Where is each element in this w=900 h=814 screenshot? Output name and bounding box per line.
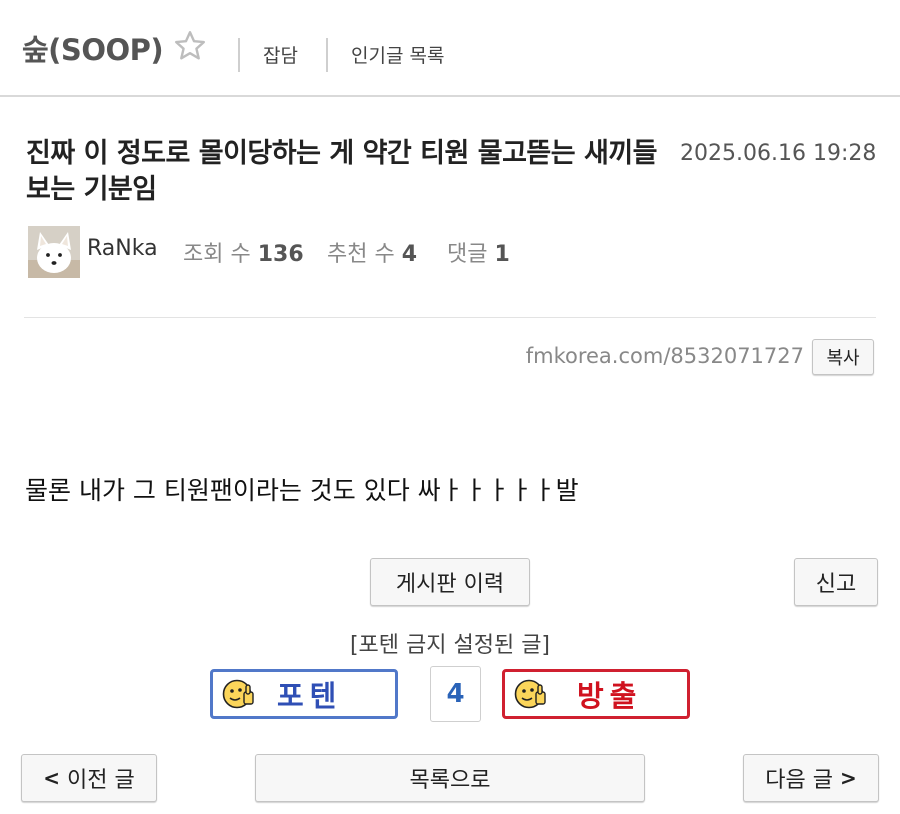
- board-history-button[interactable]: 게시판 이력: [370, 558, 530, 606]
- nav-link-chat[interactable]: 잡담: [263, 41, 298, 68]
- header-bar: 숲(SOOP) 잡담 인기글 목록: [0, 0, 900, 97]
- next-post-button[interactable]: 다음 글 >: [743, 754, 879, 802]
- report-button[interactable]: 신고: [794, 558, 878, 606]
- bangchul-vote-button[interactable]: 방출: [502, 669, 690, 719]
- nav-link-popular[interactable]: 인기글 목록: [351, 41, 444, 68]
- vote-count: 4: [430, 666, 481, 722]
- next-post-label: 다음 글: [765, 768, 833, 793]
- comment-count: 댓글 1: [447, 242, 510, 267]
- short-url[interactable]: fmkorea.com/8532071727: [526, 344, 804, 368]
- prev-post-label: 이전 글: [67, 768, 135, 793]
- post-body: 물론 내가 그 티원팬이라는 것도 있다 싸ㅏㅏㅏㅏㅏ발: [25, 476, 579, 505]
- prev-post-button[interactable]: < 이전 글: [21, 754, 157, 802]
- view-count: 조회 수 136: [183, 242, 304, 267]
- arctic-fox-image: [28, 226, 80, 278]
- like-count: 추천 수 4: [327, 242, 418, 267]
- chevron-left-icon: <: [43, 766, 61, 790]
- content-divider: [24, 317, 876, 318]
- author-name[interactable]: RaNka: [87, 236, 158, 261]
- board-name[interactable]: 숲(SOOP): [22, 27, 164, 69]
- poten-vote-button[interactable]: 포텐: [210, 669, 398, 719]
- chevron-right-icon: >: [839, 766, 857, 790]
- thumbs-up-face-icon: [222, 679, 254, 709]
- copy-url-button[interactable]: 복사: [812, 339, 874, 375]
- poten-label: 포텐: [277, 679, 343, 713]
- poten-block-notice: [포텐 금지 설정된 글]: [349, 633, 551, 658]
- bangchul-label: 방출: [577, 679, 643, 713]
- nav-divider: [238, 38, 240, 72]
- back-to-list-button[interactable]: 목록으로: [255, 754, 645, 802]
- post-title: 진짜 이 정도로 몰이당하는 게 약간 티원 물고뜯는 새끼들 보는 기분임: [26, 138, 658, 205]
- thumbs-up-face-icon: [514, 679, 546, 709]
- star-icon[interactable]: [172, 28, 208, 64]
- avatar[interactable]: [28, 226, 80, 278]
- post-date: 2025.06.16 19:28: [680, 141, 877, 166]
- nav-divider: [326, 38, 328, 72]
